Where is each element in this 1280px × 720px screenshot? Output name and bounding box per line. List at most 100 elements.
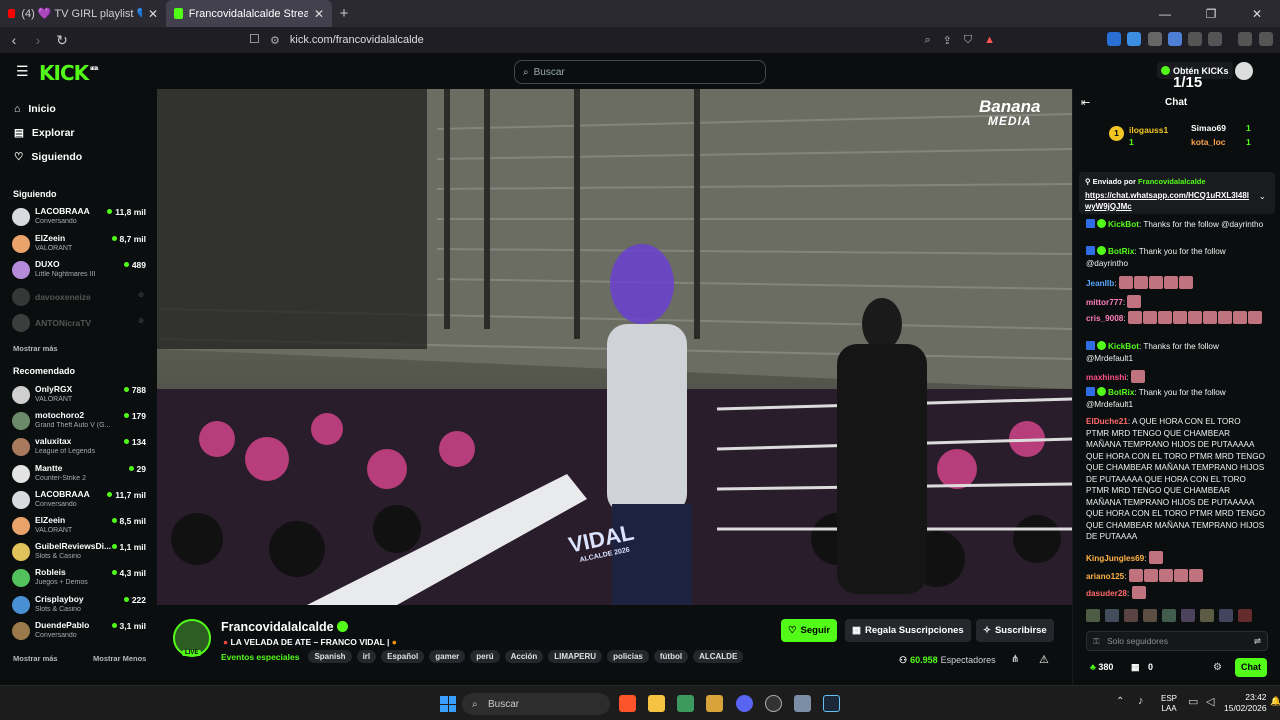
extension-icon[interactable] [1168, 32, 1182, 46]
tab-kick[interactable]: Francovidalalcalde Stream - W ✕ [166, 0, 332, 27]
chat-username[interactable]: maxhinshi [1086, 373, 1127, 382]
sidebar-channel[interactable]: Robleis Juegos + Demos 4,3 mil [12, 566, 150, 592]
app-icon[interactable] [706, 695, 723, 712]
show-less-recommended[interactable]: Mostrar Menos [93, 654, 146, 663]
brave-rewards-icon[interactable]: ▲ [984, 34, 995, 46]
emote-icon[interactable] [1238, 609, 1252, 622]
sidebar-icon[interactable] [1208, 32, 1222, 46]
tag-chip[interactable]: gamer [429, 650, 466, 663]
minimize-button[interactable]: — [1142, 7, 1188, 21]
sidebar-channel[interactable]: DuendePablo Conversando 3,1 mil [12, 619, 150, 645]
notifications-icon[interactable]: 🔔 [1270, 696, 1280, 707]
file-explorer-icon[interactable] [648, 695, 665, 712]
kicks-balance[interactable]: ♣ 380 [1090, 662, 1113, 672]
extension-icon[interactable] [1127, 32, 1141, 46]
chat-username[interactable]: mittor777 [1086, 298, 1123, 307]
close-icon[interactable]: ✕ [148, 7, 158, 21]
sidebar-channel[interactable]: davooxeneize ⊘ [12, 285, 150, 311]
steam-icon[interactable] [823, 695, 840, 712]
close-window-button[interactable]: ✕ [1234, 7, 1280, 21]
taskbar-search[interactable]: ⌕ Buscar [462, 693, 610, 715]
app-icon[interactable] [677, 695, 694, 712]
tag-chip[interactable]: perú [470, 650, 500, 663]
settings-icon[interactable]: ⚙ [1213, 662, 1222, 673]
sidebar-channel[interactable]: ElZeein VALORANT 8,5 mil [12, 514, 150, 540]
chat-username[interactable]: JeanIIb [1086, 279, 1114, 288]
sidebar-channel[interactable]: ElZeein VALORANT 8,7 mil [12, 232, 150, 258]
nav-explorar[interactable]: ▤ Explorar [14, 127, 75, 139]
site-info-icon[interactable]: ⚙ [270, 34, 280, 47]
puzzle-icon[interactable] [1188, 32, 1202, 46]
volume-icon[interactable]: ◁ [1206, 695, 1214, 708]
sidebar-channel[interactable]: OnlyRGX VALORANT 788 [12, 383, 150, 409]
chat-input[interactable]: ⚿ Solo seguidores ⇌ [1086, 631, 1268, 651]
kick-logo[interactable]: KICK BETA [39, 61, 98, 85]
brave-shield-icon[interactable]: ⛉ [964, 34, 972, 47]
chat-username[interactable]: dasuder28 [1086, 589, 1127, 598]
keyboard-language[interactable]: ESP LAA [1161, 694, 1177, 714]
collapse-chat-icon[interactable]: ⇤ [1081, 96, 1090, 109]
tag-chip[interactable]: irl [356, 650, 377, 663]
sidebar-channel[interactable]: LACOBRAAA Conversando 11,8 mil [12, 205, 150, 231]
discord-icon[interactable] [736, 695, 753, 712]
chevron-up-icon[interactable]: ⌃ [1116, 696, 1124, 707]
chat-username[interactable]: BotRix [1108, 247, 1134, 256]
sidebar-channel[interactable]: Crisplayboy Slots & Casino 222 [12, 593, 150, 619]
emote-icon[interactable] [1181, 609, 1195, 622]
emote-icon[interactable] [1219, 609, 1233, 622]
new-tab-button[interactable]: + [332, 5, 356, 22]
tag-chip[interactable]: Español [381, 650, 425, 663]
close-icon[interactable]: ✕ [314, 7, 324, 21]
pinned-message[interactable]: ⚲ Enviado por Francovidalalcalde https:/… [1079, 172, 1275, 214]
sidebar-channel[interactable]: GuibelReviewsDi... Slots & Casino 1,1 mil [12, 540, 150, 566]
follow-button[interactable]: ♡ Seguir [781, 619, 838, 642]
chat-username[interactable]: ariano125 [1086, 572, 1124, 581]
address-bar[interactable]: ⚙ kick.com/francovidalalcalde ⌕ ⇪ ⛉ ▲ [270, 30, 995, 50]
show-more-recommended[interactable]: Mostrar más [13, 654, 58, 663]
zoom-icon[interactable]: ⌕ [924, 34, 930, 47]
music-icon[interactable] [1238, 32, 1252, 46]
emote-icon[interactable] [1124, 609, 1138, 622]
video-player[interactable]: Banana MEDIA VIDAL ALCALDE 2026 [157, 89, 1072, 605]
pinned-link[interactable]: https://chat.whatsapp.com/HCQ1uRXL3I48lw… [1085, 190, 1255, 212]
menu-icon[interactable] [1259, 32, 1273, 46]
tag-chip[interactable]: fútbol [653, 650, 689, 663]
chat-username[interactable]: ElDuche21 [1086, 417, 1128, 426]
emote-icon[interactable] [1086, 609, 1100, 622]
microphone-icon[interactable]: ♪ [1138, 695, 1144, 707]
gifts-balance[interactable]: ▦ 0 [1131, 662, 1153, 673]
channel-name[interactable]: Francovidalalcalde [221, 620, 349, 634]
tag-chip[interactable]: Spanish [308, 650, 352, 663]
sidebar-channel[interactable]: ANTONicraTV ⊘ [12, 311, 150, 337]
nav-inicio[interactable]: ⌂ Inicio [14, 103, 56, 115]
chat-username[interactable]: KickBot [1108, 220, 1139, 229]
chat-username[interactable]: cris_9008 [1086, 314, 1123, 323]
share-icon[interactable]: ⋔ [1011, 654, 1019, 665]
tag-chip[interactable]: LIMAPERU [548, 650, 603, 663]
sidebar-channel[interactable]: valuxitax League of Legends 134 [12, 435, 150, 461]
emote-icon[interactable] [1200, 609, 1214, 622]
brave-browser-icon[interactable] [619, 695, 636, 712]
sidebar-channel[interactable]: Mantte Counter-Strike 2 29 [12, 462, 150, 488]
show-more-following[interactable]: Mostrar más [13, 344, 58, 353]
sidebar-channel[interactable]: motochoro2 Grand Theft Auto V (G... 179 [12, 409, 150, 435]
send-chat-button[interactable]: Chat [1235, 658, 1267, 677]
nav-siguiendo[interactable]: ♡ Siguiendo [14, 151, 82, 163]
clock[interactable]: 23:42 15/02/2026 [1224, 692, 1267, 714]
bookmark-icon[interactable]: ☐ [249, 32, 260, 46]
emote-picker-icon[interactable]: ⇌ [1254, 636, 1261, 647]
report-icon[interactable]: ⚠ [1039, 653, 1049, 666]
subscribe-button[interactable]: ✧ Suscribirse [976, 619, 1054, 642]
share-icon[interactable]: ⇪ [943, 34, 952, 47]
gift-subs-button[interactable]: ▦ Regala Suscripciones [845, 619, 971, 642]
reload-icon[interactable]: ↻ [52, 32, 72, 49]
emote-icon[interactable] [1143, 609, 1157, 622]
tag-chip[interactable]: ALCALDE [693, 650, 744, 663]
extension-icon[interactable] [1148, 32, 1162, 46]
chat-username[interactable]: KickBot [1108, 342, 1139, 351]
windows-start-icon[interactable] [440, 696, 456, 712]
app-icon[interactable] [765, 695, 782, 712]
emote-icon[interactable] [1105, 609, 1119, 622]
chevron-down-icon[interactable]: ⌄ [1259, 192, 1266, 201]
chat-username[interactable]: KingJungles69 [1086, 554, 1144, 563]
